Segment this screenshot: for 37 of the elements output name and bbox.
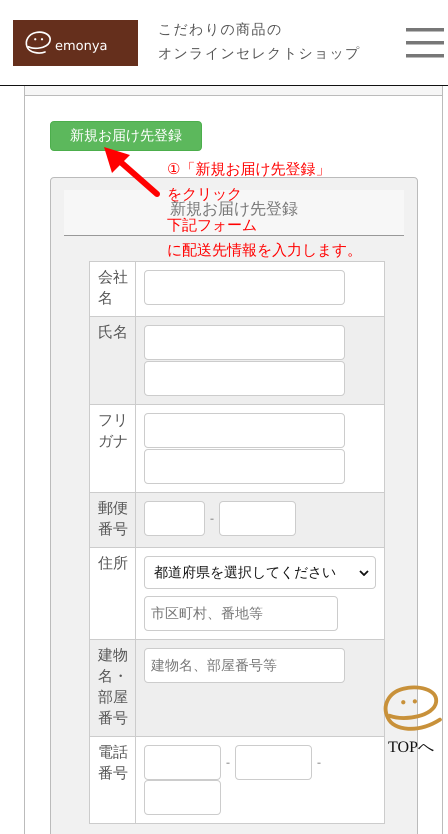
input-field[interactable]	[144, 270, 345, 305]
field-label: 氏名	[90, 316, 136, 404]
annotation-text: をクリック	[167, 187, 242, 202]
input-field[interactable]	[144, 325, 345, 360]
menu-icon[interactable]	[406, 28, 444, 58]
annotation-text: ①「新規お届け先登録」	[167, 162, 330, 177]
input-field[interactable]	[144, 413, 345, 448]
annotation-text: に配送先情報を入力します。	[167, 243, 362, 258]
separator: -	[316, 755, 322, 770]
field-label: フリガナ	[90, 404, 136, 492]
smiley-icon	[24, 30, 54, 56]
logo-text: emonya	[55, 39, 108, 54]
field-label: 郵便番号	[90, 492, 136, 548]
field-label: 住所	[90, 548, 136, 640]
field-label: 建物名・部屋番号	[90, 640, 136, 736]
tagline: オンラインセレクトショップ	[158, 45, 361, 64]
prefecture-select[interactable]: 都道府県を選択してください	[144, 556, 376, 589]
panel-title: 新規お届け先登録	[170, 202, 298, 217]
annotation-text: 下記フォーム	[167, 218, 257, 233]
top-link[interactable]: TOPへ	[388, 737, 434, 758]
separator: -	[209, 511, 215, 526]
input-field[interactable]: 建物名、部屋番号等	[144, 648, 345, 683]
input-field[interactable]	[144, 745, 221, 780]
input-field[interactable]	[235, 745, 312, 780]
input-field[interactable]	[144, 361, 345, 396]
arrow-icon	[102, 145, 162, 199]
input-field[interactable]	[144, 780, 221, 815]
chevron-down-icon	[359, 570, 369, 576]
field-label: 会社名	[90, 262, 136, 316]
logo[interactable]: emonya	[13, 20, 138, 66]
input-field[interactable]: 市区町村、番地等	[144, 596, 338, 631]
separator: -	[225, 755, 231, 770]
tagline: こだわりの商品の	[158, 21, 284, 40]
input-field[interactable]	[144, 449, 345, 484]
field-label: 電話番号	[90, 736, 136, 824]
input-field[interactable]	[219, 501, 296, 536]
input-field[interactable]	[144, 501, 205, 536]
